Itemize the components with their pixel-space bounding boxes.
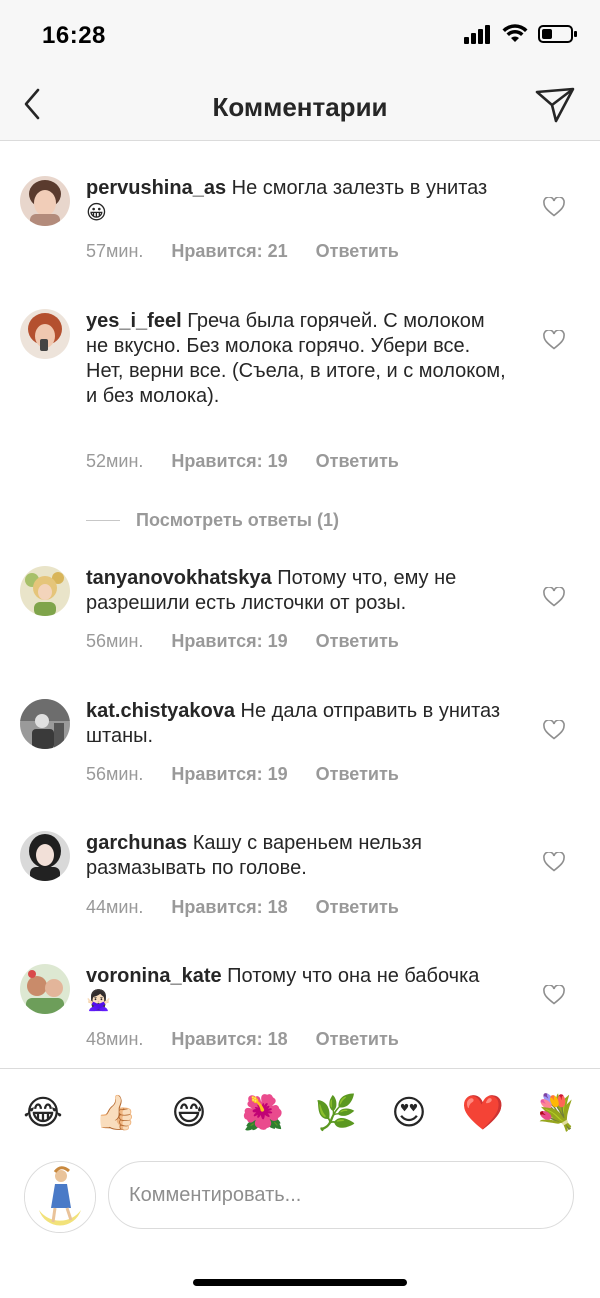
emoji-bouquet[interactable]: 💐 [534, 1091, 578, 1135]
like-heart-icon[interactable] [543, 587, 565, 607]
avatar[interactable] [20, 566, 70, 616]
comment-time: 48мин. [86, 1029, 144, 1049]
my-avatar [24, 1161, 96, 1233]
status-time: 16:28 [42, 22, 106, 49]
like-heart-icon[interactable] [543, 985, 565, 1005]
reply-button[interactable]: Ответить [316, 241, 399, 262]
emoji-heart-eyes[interactable]: 😍 [387, 1091, 431, 1135]
avatar-image [20, 309, 70, 359]
status-icons [464, 24, 578, 44]
avatar-image [20, 566, 70, 616]
comment-likes[interactable]: Нравится: 19 [171, 631, 287, 652]
home-indicator [193, 1279, 407, 1286]
signal-icon [464, 25, 490, 44]
comment-text: tanyanovokhatskya Потому что, ему не раз… [86, 566, 506, 616]
emoji-sweat-smile[interactable]: 😅 [167, 1091, 211, 1135]
comment-time: 56мин. [86, 764, 144, 784]
comment-text: garchunas Кашу с вареньем нельзя размазы… [86, 831, 506, 881]
comment-likes[interactable]: Нравится: 21 [171, 241, 287, 262]
emoji-laughing-tears[interactable]: 😂 [21, 1091, 65, 1135]
reply-button[interactable]: Ответить [316, 451, 399, 472]
comment-time: 44мин. [86, 897, 144, 917]
comment-likes[interactable]: Нравится: 18 [171, 897, 287, 918]
avatar[interactable] [20, 176, 70, 226]
emoji-red-heart[interactable]: ❤️ [461, 1091, 505, 1135]
emoji-bar: 😂 👍🏻 😅 🌺 🌿 😍 ❤️ 💐 [0, 1068, 600, 1157]
reply-button[interactable]: Ответить [316, 764, 399, 785]
emoji-thumbs-up[interactable]: 👍🏻 [94, 1091, 138, 1135]
comment-text: voronina_kate Потому что она не бабочка … [86, 964, 506, 1014]
comment-meta: 57мин. Нравится: 21 Ответить [86, 241, 399, 262]
comment-username[interactable]: kat.chistyakova [86, 700, 235, 722]
my-avatar-image [25, 1162, 95, 1232]
comment-likes[interactable]: Нравится: 19 [171, 764, 287, 785]
avatar-image [20, 176, 70, 226]
like-heart-icon[interactable] [543, 720, 565, 740]
avatar[interactable] [20, 699, 70, 749]
avatar-image [20, 699, 70, 749]
like-heart-icon[interactable] [543, 330, 565, 350]
comment-text: kat.chistyakova Не дала отправить в унит… [86, 699, 506, 749]
comment-username[interactable]: tanyanovokhatskya [86, 567, 272, 589]
status-bar: 16:28 [0, 0, 600, 72]
comment-meta: 52мин. Нравится: 19 Ответить [86, 451, 399, 472]
comment-time: 57мин. [86, 241, 144, 261]
comment-likes[interactable]: Нравится: 18 [171, 1029, 287, 1050]
comment-username[interactable]: pervushina_as [86, 177, 226, 199]
avatar[interactable] [20, 309, 70, 359]
battery-icon [538, 25, 577, 43]
comment-username[interactable]: voronina_kate [86, 965, 222, 987]
divider-line [86, 520, 120, 521]
reply-button[interactable]: Ответить [316, 631, 399, 652]
view-replies-label: Посмотреть ответы (1) [136, 510, 339, 530]
avatar[interactable] [20, 964, 70, 1014]
emoji-hibiscus[interactable]: 🌺 [241, 1091, 285, 1135]
comment-text: pervushina_as Не смогла залезть в унитаз… [86, 176, 506, 226]
avatar-image [20, 831, 70, 881]
send-icon[interactable] [534, 84, 576, 126]
like-heart-icon[interactable] [543, 197, 565, 217]
comment-input[interactable] [108, 1161, 574, 1229]
comment-meta: 44мин. Нравится: 18 Ответить [86, 897, 399, 918]
comment-likes[interactable]: Нравится: 19 [171, 451, 287, 472]
comment-meta: 56мин. Нравится: 19 Ответить [86, 631, 399, 652]
comment-meta: 48мин. Нравится: 18 Ответить [86, 1029, 399, 1050]
reply-button[interactable]: Ответить [316, 1029, 399, 1050]
comment-composer [0, 1158, 600, 1238]
navigation-bar: Комментарии [0, 72, 600, 141]
emoji-herb[interactable]: 🌿 [314, 1091, 358, 1135]
comment-username[interactable]: garchunas [86, 832, 187, 854]
view-replies-button[interactable]: Посмотреть ответы (1) [86, 510, 339, 531]
comment-username[interactable]: yes_i_feel [86, 310, 182, 332]
avatar-image [20, 964, 70, 1014]
comment-time: 52мин. [86, 451, 144, 471]
like-heart-icon[interactable] [543, 852, 565, 872]
reply-button[interactable]: Ответить [316, 897, 399, 918]
comment-text: yes_i_feel Греча была горячей. С молоком… [86, 309, 506, 409]
wifi-icon [502, 24, 528, 42]
comment-meta: 56мин. Нравится: 19 Ответить [86, 764, 399, 785]
page-title: Комментарии [212, 92, 388, 122]
comment-time: 56мин. [86, 631, 144, 651]
avatar[interactable] [20, 831, 70, 881]
